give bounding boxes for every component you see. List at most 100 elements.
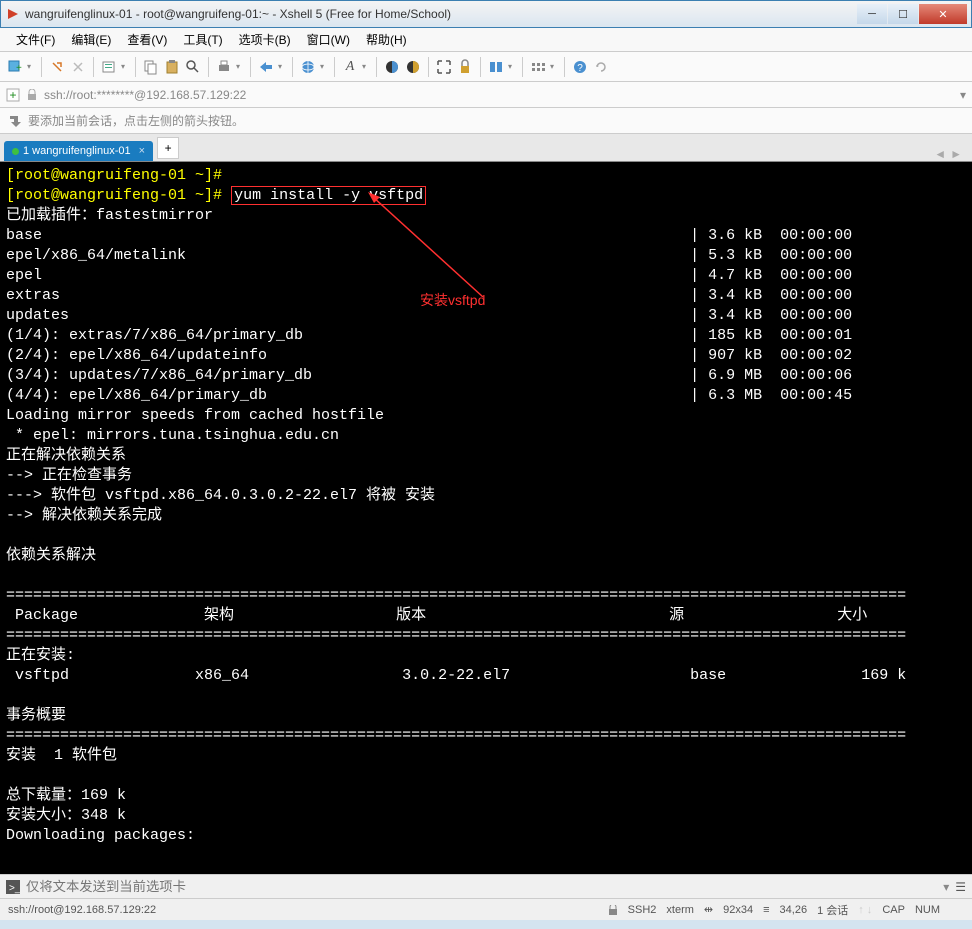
add-session-icon[interactable]: + (6, 88, 20, 102)
menu-tools[interactable]: 工具(T) (175, 29, 230, 50)
prompt: [root@wangruifeng-01 ~]# (6, 187, 222, 204)
tab-bar: 1 wangruifenglinux-01 × + ◄ ► (0, 134, 972, 162)
separator (135, 57, 136, 77)
terminal-line: 依赖关系解决 (6, 547, 96, 564)
size-icon: ⇹ (704, 903, 713, 916)
annotation-arrow-icon (368, 192, 488, 302)
globe-icon[interactable] (299, 58, 317, 76)
separator (564, 57, 565, 77)
terminal-line: --> 解决依赖关系完成 (6, 507, 162, 524)
separator (93, 57, 94, 77)
prompt: [root@wangruifeng-01 ~]# (6, 167, 222, 184)
terminal-output[interactable]: [root@wangruifeng-01 ~]# [root@wangruife… (0, 162, 972, 874)
menu-help[interactable]: 帮助(H) (358, 29, 415, 50)
prompt-icon: >_ (6, 880, 20, 894)
add-tab-button[interactable]: + (157, 137, 179, 159)
tab-next-icon[interactable]: ► (950, 147, 962, 161)
status-bar: ssh://root@192.168.57.129:22 SSH2 xterm … (0, 898, 972, 920)
disconnect-icon[interactable] (69, 58, 87, 76)
fullscreen-icon[interactable] (435, 58, 453, 76)
dropdown-icon[interactable]: ▾ (27, 62, 35, 71)
dropdown-icon[interactable]: ▾ (320, 62, 328, 71)
maximize-button[interactable]: ☐ (888, 4, 918, 24)
menu-window[interactable]: 窗口(W) (299, 29, 358, 50)
table-header: Package 架构 版本 源 大小 (6, 607, 867, 624)
terminal-line: 总下载量：169 k (6, 787, 126, 804)
status-ssh: SSH2 (628, 904, 657, 916)
menu-icon[interactable]: ☰ (955, 880, 966, 894)
copy-icon[interactable] (142, 58, 160, 76)
menu-edit[interactable]: 编辑(E) (63, 29, 119, 50)
tab-navigation: ◄ ► (928, 147, 968, 161)
menu-view[interactable]: 查看(V) (119, 29, 175, 50)
tab-label: 1 wangruifenglinux-01 (23, 145, 131, 157)
view-icon[interactable] (529, 58, 547, 76)
dropdown-icon[interactable]: ▾ (508, 62, 516, 71)
info-text: 要添加当前会话，点击左侧的箭头按钮。 (28, 112, 244, 129)
svg-text:>_: >_ (9, 883, 20, 894)
status-sessions: 1 会话 (817, 902, 848, 918)
reconnect-icon[interactable] (48, 58, 66, 76)
terminal-line: 事务概要 (6, 707, 66, 724)
status-pos: 34,26 (780, 904, 808, 916)
refresh-icon[interactable] (592, 58, 610, 76)
dropdown-icon[interactable]: ▾ (121, 62, 129, 71)
separator (428, 57, 429, 77)
paste-icon[interactable] (163, 58, 181, 76)
transfer-icon[interactable] (257, 58, 275, 76)
up-down-icon: ↑ ↓ (858, 904, 872, 916)
color-scheme-icon[interactable] (383, 58, 401, 76)
terminal-line: 安装 1 软件包 (6, 747, 117, 764)
dropdown-icon[interactable]: ▾ (960, 88, 966, 102)
properties-icon[interactable] (100, 58, 118, 76)
address-text[interactable]: ssh://root:********@192.168.57.129:22 (44, 88, 954, 102)
separator (480, 57, 481, 77)
terminal-line: 安装大小：348 k (6, 807, 126, 824)
separator (376, 57, 377, 77)
menu-file[interactable]: 文件(F) (8, 29, 63, 50)
download-line: (3/4): updates/7/x86_64/primary_db | 6.9… (6, 367, 852, 384)
command-input[interactable] (26, 879, 937, 894)
separator (250, 57, 251, 77)
lock-icon[interactable] (456, 58, 474, 76)
separator (208, 57, 209, 77)
dropdown-icon[interactable]: ▾ (550, 62, 558, 71)
download-line: (4/4): epel/x86_64/primary_db | 6.3 MB 0… (6, 387, 852, 404)
dropdown-icon[interactable]: ▾ (236, 62, 244, 71)
arrow-icon[interactable] (8, 114, 22, 128)
font-icon[interactable]: A (341, 58, 359, 76)
layout-icon[interactable] (487, 58, 505, 76)
window-title: wangruifenglinux-01 - root@wangruifeng-0… (25, 7, 856, 21)
help-icon[interactable]: ? (571, 58, 589, 76)
tab-prev-icon[interactable]: ◄ (934, 147, 946, 161)
separator (334, 57, 335, 77)
annotation-text: 安装vsftpd (420, 290, 485, 310)
status-cap: CAP (882, 904, 905, 916)
toolbar: + ▾ ▾ ▾ ▾ ▾ A ▾ ▾ ▾ ? (0, 52, 972, 82)
tab-close-icon[interactable]: × (139, 145, 145, 157)
separator (522, 57, 523, 77)
terminal-line: 已加载插件：fastestmirror (6, 207, 213, 224)
separator (292, 57, 293, 77)
status-connection: ssh://root@192.168.57.129:22 (8, 904, 608, 916)
dropdown-icon[interactable]: ▾ (943, 880, 949, 894)
input-bar: >_ ▾ ☰ (0, 874, 972, 898)
table-row: vsftpd x86_64 3.0.2-22.el7 base 169 k (6, 667, 906, 684)
find-icon[interactable] (184, 58, 202, 76)
status-size: 92x34 (723, 904, 753, 916)
close-button[interactable]: ✕ (919, 4, 967, 24)
new-session-icon[interactable]: + (6, 58, 24, 76)
terminal-line: Downloading packages: (6, 827, 195, 844)
menu-tab[interactable]: 选项卡(B) (231, 29, 299, 50)
minimize-button[interactable]: ─ (857, 4, 887, 24)
terminal-line: Loading mirror speeds from cached hostfi… (6, 407, 384, 424)
status-num: NUM (915, 904, 940, 916)
app-icon (5, 6, 21, 22)
print-icon[interactable] (215, 58, 233, 76)
pos-icon: ≡ (763, 904, 769, 916)
dropdown-icon[interactable]: ▾ (362, 62, 370, 71)
color-scheme2-icon[interactable] (404, 58, 422, 76)
download-line: (1/4): extras/7/x86_64/primary_db | 185 … (6, 327, 852, 344)
session-tab[interactable]: 1 wangruifenglinux-01 × (4, 141, 153, 161)
dropdown-icon[interactable]: ▾ (278, 62, 286, 71)
